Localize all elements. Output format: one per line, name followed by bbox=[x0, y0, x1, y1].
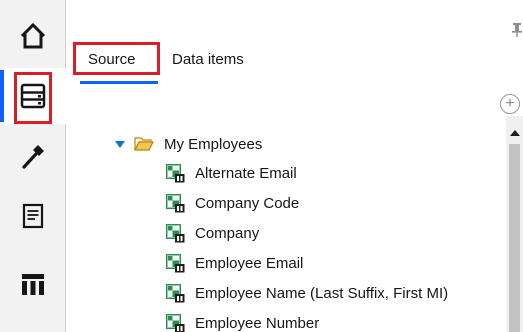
scroll-up-arrow-icon[interactable] bbox=[510, 130, 520, 136]
home-button[interactable] bbox=[0, 8, 66, 64]
pages-button[interactable] bbox=[0, 188, 66, 244]
data-source-icon bbox=[20, 83, 46, 109]
pin-icon[interactable] bbox=[512, 22, 522, 38]
vertical-scrollbar[interactable] bbox=[506, 116, 523, 332]
tables-button[interactable] bbox=[0, 256, 66, 312]
item-label: Alternate Email bbox=[195, 164, 297, 182]
item-label: Company bbox=[195, 224, 260, 242]
source-tree: My Employees Alternate Email Company Cod… bbox=[66, 116, 506, 332]
data-item-icon bbox=[166, 193, 185, 212]
home-icon bbox=[20, 22, 46, 49]
build-button[interactable] bbox=[0, 128, 66, 184]
active-tab-indicator bbox=[80, 81, 158, 84]
caret-down-icon[interactable] bbox=[115, 141, 125, 148]
item-label: Employee Email bbox=[195, 254, 304, 272]
tab-data-items[interactable]: Data items bbox=[172, 50, 244, 72]
scroll-thumb[interactable] bbox=[509, 144, 520, 332]
tree-item[interactable]: Employee Email bbox=[166, 250, 303, 276]
left-rail bbox=[0, 0, 66, 332]
data-item-icon bbox=[166, 163, 185, 182]
tab-bar bbox=[66, 0, 523, 92]
tree-item[interactable]: Employee Name (Last Suffix, First MI) bbox=[166, 280, 448, 306]
add-source-icon[interactable]: + bbox=[500, 94, 520, 114]
tree-item[interactable]: Company bbox=[166, 220, 259, 246]
item-label: Company Code bbox=[195, 194, 300, 212]
tab-source[interactable]: Source bbox=[88, 50, 136, 72]
item-label: Employee Number bbox=[195, 314, 320, 332]
tree-item[interactable]: Company Code bbox=[166, 190, 299, 216]
table-icon bbox=[22, 274, 44, 295]
page-icon bbox=[22, 203, 44, 229]
hammer-icon bbox=[22, 145, 44, 169]
tree-item[interactable]: Alternate Email bbox=[166, 160, 297, 186]
data-item-icon bbox=[166, 283, 185, 302]
tree-item[interactable]: Employee Number bbox=[166, 310, 319, 332]
tree-folder-my-employees[interactable]: My Employees bbox=[115, 131, 262, 157]
item-label: Employee Name (Last Suffix, First MI) bbox=[195, 284, 449, 302]
sources-button[interactable] bbox=[0, 68, 66, 124]
open-folder-icon bbox=[134, 137, 154, 151]
folder-label: My Employees bbox=[164, 135, 263, 153]
data-item-icon bbox=[166, 253, 185, 272]
data-item-icon bbox=[166, 223, 185, 242]
data-item-icon bbox=[166, 313, 185, 332]
